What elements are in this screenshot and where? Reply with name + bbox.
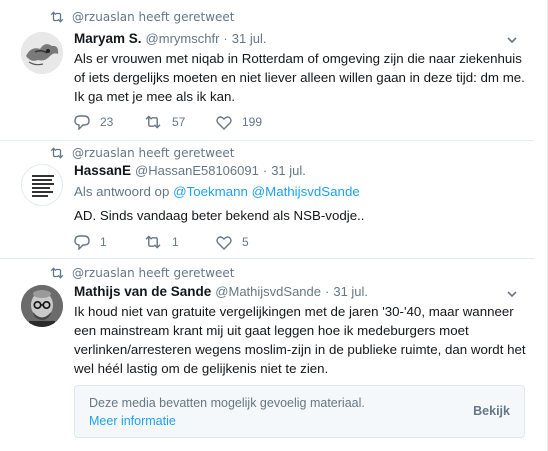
tweet-text-line: Ik ga met je mee als ik kan.	[74, 89, 236, 104]
username[interactable]: @MathijsvdSande	[215, 284, 321, 299]
tweet-text: AD. Sinds vandaag beter bekend als NSB-v…	[74, 206, 534, 225]
reply-count: 23	[100, 115, 114, 129]
tweet-header: Mathijs van de Sande @MathijsvdSande · 3…	[74, 284, 368, 302]
avatar-image	[21, 32, 63, 74]
retweet-icon	[20, 11, 72, 23]
retweet-button[interactable]: 1	[144, 235, 216, 249]
reply-count: 1	[100, 235, 107, 249]
retweet-count: 57	[172, 115, 186, 129]
sensitive-media-warning: Deze media bevatten mogelijk gevoelig ma…	[74, 385, 525, 438]
view-media-button[interactable]: Bekijk	[473, 404, 510, 418]
fullname[interactable]: HassanE	[74, 163, 131, 178]
reply-button[interactable]: 23	[74, 114, 144, 130]
retweet-count: 1	[172, 235, 179, 249]
timestamp[interactable]: 31 jul.	[333, 284, 368, 299]
retweet-icon	[20, 267, 72, 279]
like-count: 199	[242, 115, 263, 129]
fullname[interactable]: Mathijs van de Sande	[74, 284, 211, 299]
tweet-actions: 1 1 5	[74, 233, 288, 251]
like-icon	[216, 115, 232, 130]
avatar[interactable]	[21, 32, 63, 74]
retweet-context: @rzuaslan heeft geretweet	[20, 9, 235, 25]
like-button[interactable]: 5	[216, 235, 288, 250]
chevron-down-icon[interactable]	[506, 288, 518, 300]
timeline: @rzuaslan heeft geretweet Maryam S. @mry…	[0, 0, 548, 451]
retweet-context-label[interactable]: @rzuaslan heeft geretweet	[72, 10, 235, 24]
tweet-text: Als er vrouwen met niqab in Rotterdam of…	[74, 49, 534, 106]
retweet-icon	[145, 115, 161, 129]
avatar[interactable]	[21, 285, 63, 327]
avatar-image	[22, 165, 62, 205]
separator-dot: ·	[262, 163, 268, 178]
username[interactable]: @HassanE58106091	[135, 163, 259, 178]
reply-icon	[74, 114, 90, 130]
mention-link[interactable]: @MathijsvdSande	[252, 184, 360, 199]
retweet-context: @rzuaslan heeft geretweet	[20, 145, 235, 161]
timestamp[interactable]: 31 jul.	[271, 163, 306, 178]
separator-dot: ·	[325, 284, 330, 299]
like-button[interactable]: 199	[216, 115, 288, 130]
reply-icon	[74, 234, 90, 250]
tweet-header: Maryam S. @mrymschfr · 31 jul.	[74, 31, 266, 49]
sensitive-media-message: Deze media bevatten mogelijk gevoelig ma…	[89, 396, 365, 410]
reply-context: Als antwoord op @Toekmann @MathijsvdSand…	[74, 184, 360, 199]
tweet-text-line: Ik houd niet van gratuite vergelijkingen…	[74, 304, 514, 319]
tweet[interactable]: @rzuaslan heeft geretweet Mathijs van de…	[0, 259, 534, 451]
fullname[interactable]: Maryam S.	[74, 31, 142, 46]
tweet-text-line: Als er vrouwen met niqab in Rotterdam of…	[74, 51, 522, 66]
tweet[interactable]: @rzuaslan heeft geretweet HassanE @Hassa…	[0, 141, 534, 259]
tweet-actions: 23 57 199	[74, 113, 288, 131]
reply-button[interactable]: 1	[74, 234, 144, 250]
retweet-icon	[20, 147, 72, 159]
tweet-text-line: wel héél lastig om de gelijkenis niet te…	[74, 361, 329, 376]
timestamp[interactable]: 31 jul.	[232, 31, 267, 46]
retweet-button[interactable]: 57	[144, 115, 216, 129]
retweet-context-label[interactable]: @rzuaslan heeft geretweet	[72, 266, 235, 280]
tweet-text-line: een mainstream krant mij uit gaat leggen…	[74, 323, 469, 338]
retweet-context: @rzuaslan heeft geretweet	[20, 265, 235, 281]
more-info-link[interactable]: Meer informatie	[89, 414, 176, 428]
avatar-image	[21, 285, 63, 327]
retweet-context-label[interactable]: @rzuaslan heeft geretweet	[72, 146, 235, 160]
reply-context-prefix: Als antwoord op	[74, 184, 170, 199]
tweet-text: Ik houd niet van gratuite vergelijkingen…	[74, 302, 534, 378]
tweet-text-line: AD. Sinds vandaag beter bekend als NSB-v…	[74, 208, 365, 223]
like-icon	[216, 235, 232, 250]
tweet-text-line: verlinken/arresteren wegens moslim-zijn …	[74, 342, 526, 357]
tweet-header: HassanE @HassanE58106091 · 31 jul.	[74, 163, 306, 181]
chevron-down-icon[interactable]	[506, 34, 518, 46]
tweet-text-line: of iets dergelijks moeten en niet liever…	[74, 70, 525, 85]
tweet[interactable]: @rzuaslan heeft geretweet Maryam S. @mry…	[0, 0, 534, 141]
separator-dot: ·	[223, 31, 228, 46]
avatar[interactable]	[21, 164, 63, 206]
username[interactable]: @mrymschfr	[146, 31, 220, 46]
like-count: 5	[242, 235, 249, 249]
retweet-icon	[145, 235, 161, 249]
mention-link[interactable]: @Toekmann	[173, 184, 248, 199]
